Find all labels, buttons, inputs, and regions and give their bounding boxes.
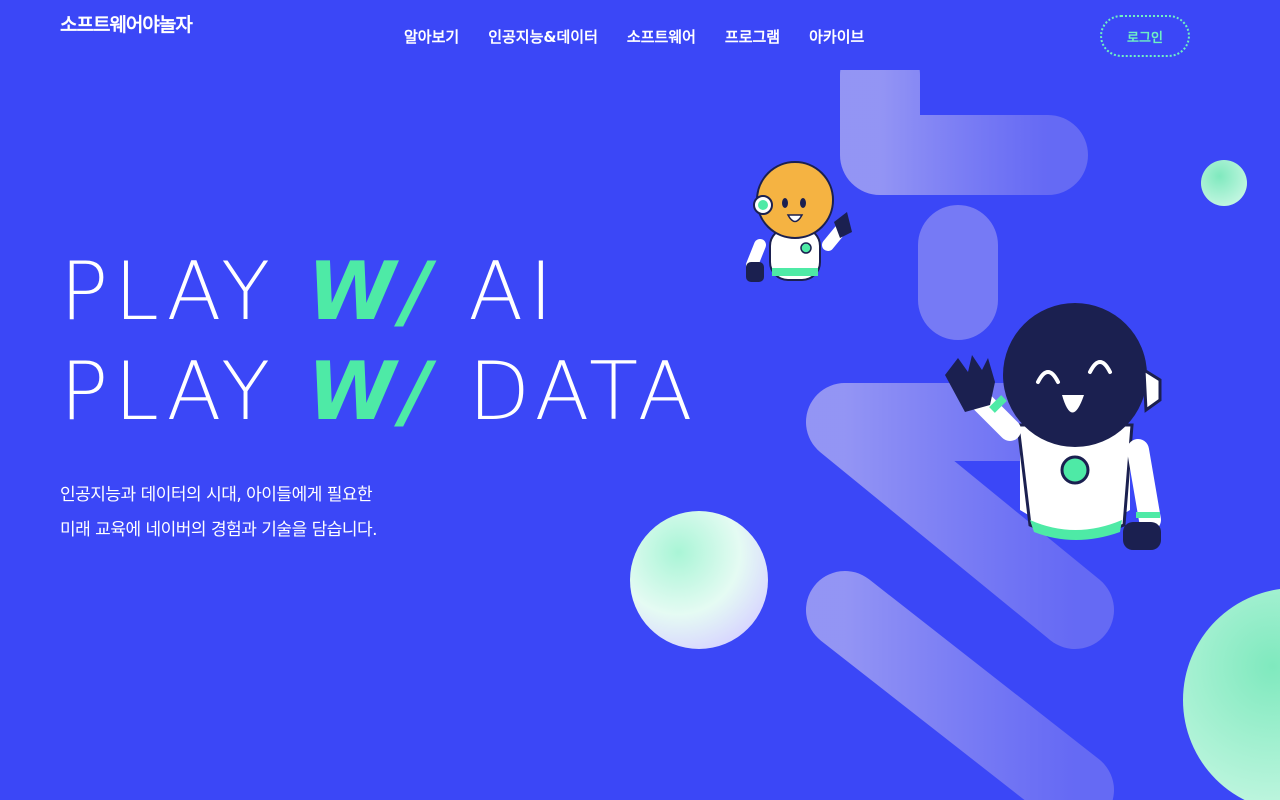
hero-subject-ai: AI	[468, 245, 559, 338]
nav-item-program[interactable]: 프로그램	[725, 26, 780, 47]
login-button[interactable]: 로그인	[1100, 15, 1190, 57]
nav-item-about[interactable]: 알아보기	[404, 26, 459, 47]
hero-line-data: PLAY W/ DATA	[60, 352, 698, 432]
hero-subject-data: DATA	[468, 345, 699, 438]
hero-description-line: 인공지능과 데이터의 시대, 아이들에게 필요한	[60, 485, 373, 505]
hero-illustration	[630, 70, 1280, 800]
hero-description-line: 미래 교육에 네이버의 경험과 기술을 담습니다.	[60, 520, 378, 540]
hero-play-word: PLAY	[60, 345, 277, 438]
logo-text: 소프트웨어야놀자	[60, 14, 193, 36]
hero-description: 인공지능과 데이터의 시대, 아이들에게 필요한 미래 교육에 네이버의 경험과…	[60, 478, 378, 548]
nav-item-ai-data[interactable]: 인공지능&데이터	[488, 26, 598, 47]
site-logo[interactable]: 소프트웨어야놀자	[60, 10, 230, 66]
hero-line-ai: PLAY W/ AI	[60, 252, 559, 332]
orange-robot	[746, 161, 852, 282]
hero-with-accent: W/	[307, 345, 437, 438]
nav-item-software[interactable]: 소프트웨어	[627, 26, 696, 47]
hero-with-accent: W/	[307, 245, 437, 338]
navy-robot	[945, 303, 1162, 550]
hero-play-word: PLAY	[60, 245, 277, 338]
main-nav: 알아보기 인공지능&데이터 소프트웨어 프로그램 아카이브	[404, 26, 864, 47]
nav-item-archive[interactable]: 아카이브	[809, 26, 864, 47]
